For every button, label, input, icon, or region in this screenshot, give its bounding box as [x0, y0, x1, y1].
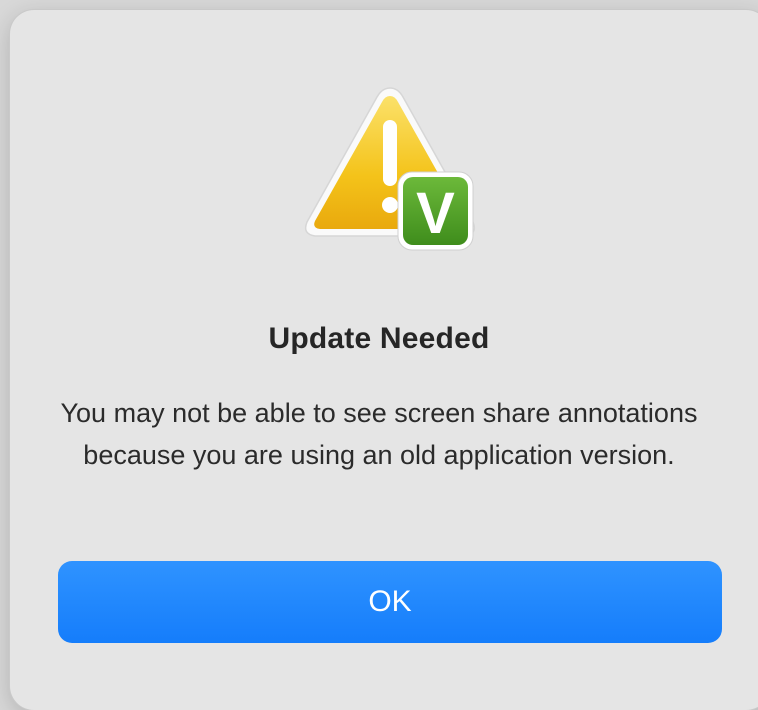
- dialog-message: You may not be able to see screen share …: [60, 398, 698, 470]
- warning-triangle-icon: V: [295, 80, 485, 260]
- ok-button[interactable]: OK: [58, 561, 722, 643]
- badge-letter: V: [416, 181, 455, 246]
- dialog-title: Update Needed: [268, 322, 490, 355]
